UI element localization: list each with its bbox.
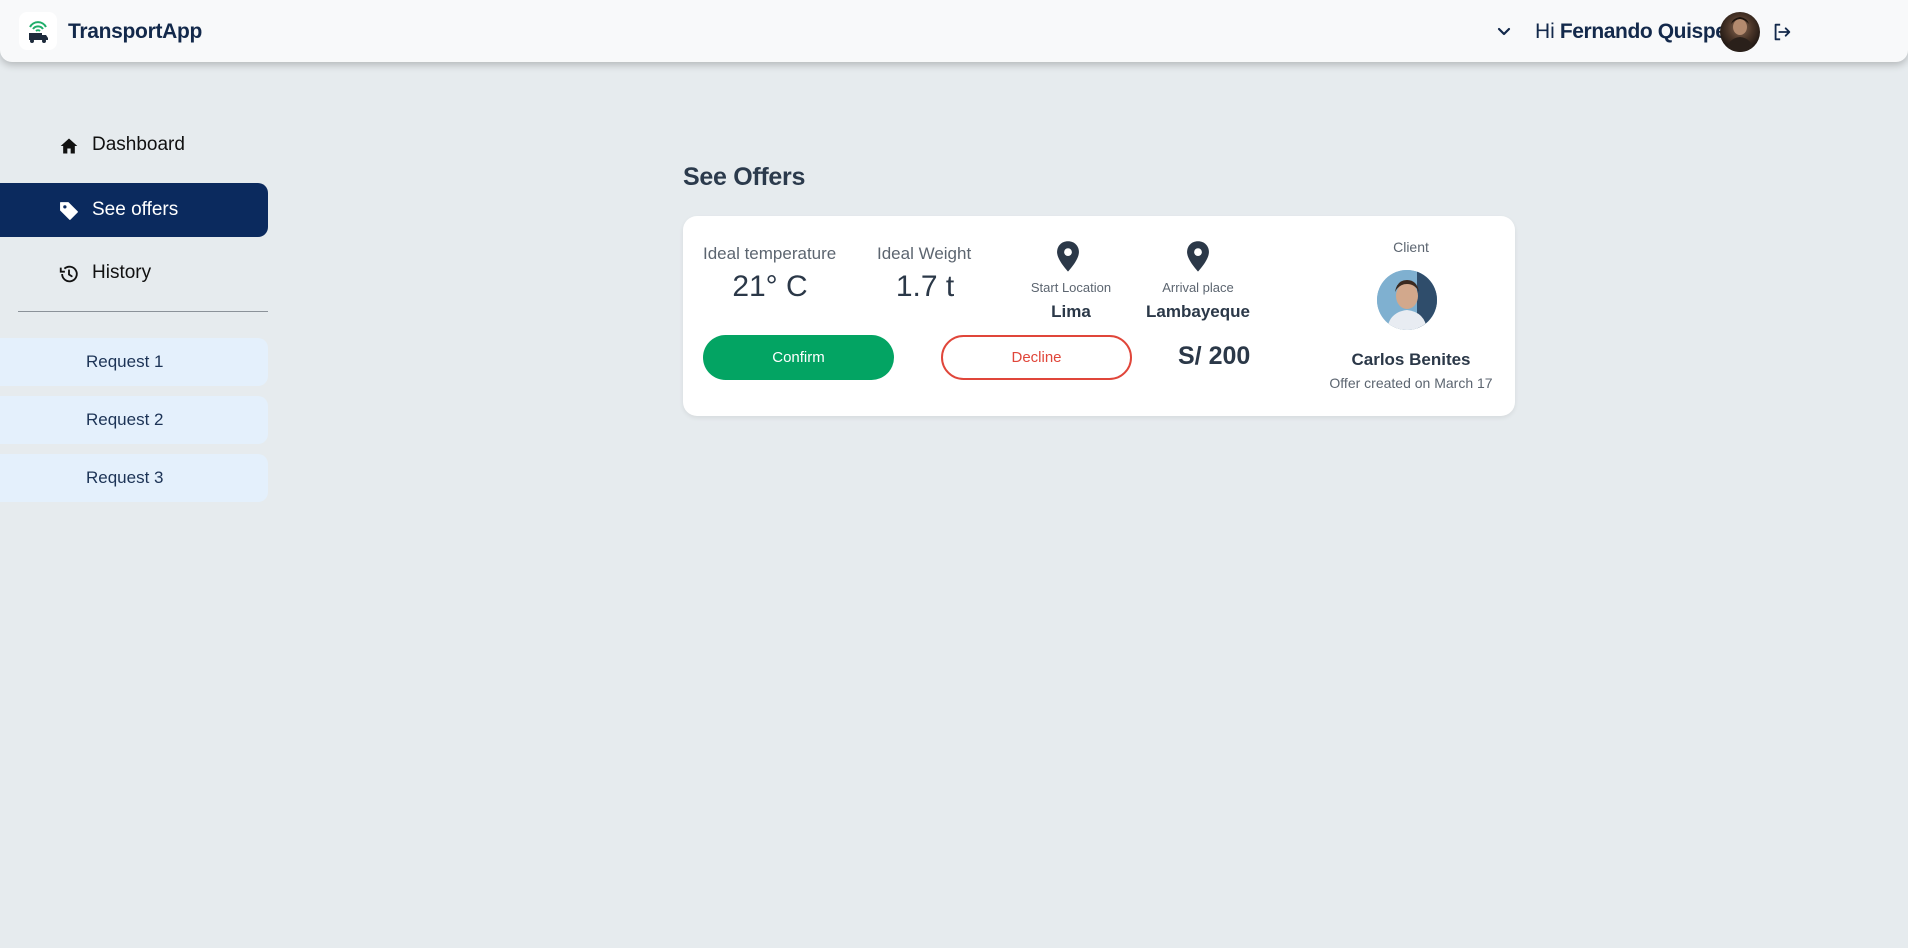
sidebar-item-label: See offers (92, 199, 179, 220)
page-title: See Offers (683, 163, 806, 191)
weight-value: 1.7 t (895, 270, 955, 303)
home-icon (58, 135, 80, 157)
location-pin-icon (1183, 240, 1213, 274)
user-name: Fernando Quispe (1559, 20, 1727, 43)
client-photo (1377, 270, 1437, 330)
decline-button[interactable]: Decline (941, 335, 1132, 380)
location-pin-icon (1053, 240, 1083, 274)
request-item-1[interactable]: Request 1 (0, 338, 268, 386)
temperature-label: Ideal temperature (703, 244, 837, 263)
user-greeting: Hi Fernando Quispe (1535, 20, 1727, 44)
truck-logo-icon (29, 21, 48, 43)
greeting-prefix: Hi (1535, 20, 1555, 43)
offer-card: Ideal temperature 21° C Ideal Weight 1.7… (683, 216, 1515, 416)
sidebar-divider (18, 311, 268, 312)
confirm-button[interactable]: Confirm (703, 335, 894, 380)
offer-created-date: Offer created on March 17 (1329, 375, 1493, 391)
tag-icon (58, 200, 80, 222)
sidebar-item-label: History (92, 262, 152, 283)
request-item-2[interactable]: Request 2 (0, 396, 268, 444)
start-location-label: Start Location (1030, 280, 1112, 295)
request-item-3[interactable]: Request 3 (0, 454, 268, 502)
app-logo[interactable] (19, 12, 57, 50)
sidebar-item-history[interactable]: History (0, 246, 268, 300)
client-name: Carlos Benites (1351, 350, 1471, 369)
brand-name[interactable]: TransportApp (68, 20, 202, 44)
offer-price: S/ 200 (1178, 342, 1251, 370)
sidebar-item-see-offers[interactable]: See offers (0, 183, 268, 237)
history-icon (58, 263, 80, 285)
weight-label: Ideal Weight (877, 244, 972, 263)
top-bar: TransportApp Hi Fernando Quispe (0, 0, 1908, 62)
arrival-place-value: Lambayeque (1146, 302, 1250, 321)
sidebar-item-label: Dashboard (92, 134, 185, 155)
client-label: Client (1393, 239, 1429, 255)
user-photo (1726, 17, 1754, 52)
logout-icon[interactable] (1770, 20, 1794, 44)
avatar[interactable] (1720, 12, 1760, 52)
sidebar-item-dashboard[interactable]: Dashboard (0, 118, 268, 172)
chevron-down-icon[interactable] (1494, 22, 1514, 42)
client-avatar[interactable] (1377, 270, 1437, 330)
temperature-value: 21° C (732, 270, 808, 303)
arrival-place-label: Arrival place (1162, 280, 1234, 295)
start-location-value: Lima (1051, 302, 1091, 321)
